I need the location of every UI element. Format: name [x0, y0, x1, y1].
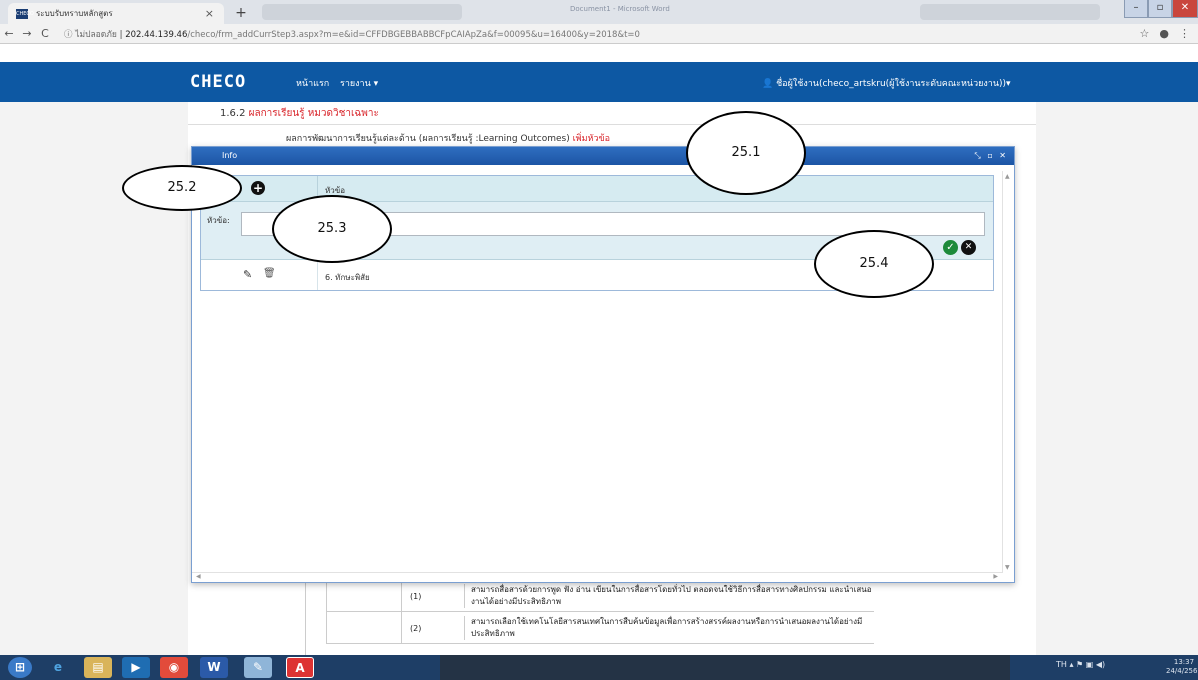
callout-25-4: 25.4	[814, 230, 934, 298]
browser-tab-bar: CHECO ระบบรับทราบหลักสูตร × + Document1 …	[0, 0, 1198, 24]
edit-icon[interactable]: ✎	[243, 268, 252, 281]
pdf-reader-icon[interactable]: A	[286, 657, 314, 678]
save-check-button[interactable]: ✓	[943, 240, 958, 255]
word-icon[interactable]: W	[200, 657, 228, 678]
dialog-title: Info	[222, 151, 238, 160]
section-prefix: 1.6.2	[220, 108, 246, 119]
clock-time: 13:37	[1173, 658, 1195, 666]
row-number: (1)	[410, 592, 422, 601]
clock-date: 24/4/2562	[1166, 667, 1198, 675]
row-number: (2)	[410, 624, 422, 633]
background-window-title: Document1 - Microsoft Word	[570, 5, 670, 13]
paint-icon[interactable]: ✎	[244, 657, 272, 678]
scroll-left-icon[interactable]: ◀	[196, 573, 201, 580]
minimize-icon[interactable]: –	[1124, 0, 1148, 18]
topic-row-text: 6. ทักษะพิสัย	[325, 273, 370, 282]
start-button-icon[interactable]: ⊞	[8, 657, 32, 678]
site-favicon-icon: CHECO	[16, 8, 34, 19]
topic-field-label: หัวข้อ:	[207, 216, 230, 225]
browser-tab-active[interactable]: CHECO ระบบรับทราบหลักสูตร ×	[8, 3, 224, 24]
section-title: ผลการเรียนรู้ หมวดวิชาเฉพาะ	[248, 108, 379, 119]
reload-icon[interactable]: C	[36, 27, 54, 40]
back-arrow-icon[interactable]: ←	[0, 27, 18, 40]
callout-25-3: 25.3	[272, 195, 392, 263]
callout-25-1: 25.1	[686, 111, 806, 195]
lo-title-text: ผลการพัฒนาการเรียนรู้แต่ละด้าน (ผลการเรี…	[286, 134, 570, 144]
tab-close-icon[interactable]: ×	[203, 7, 216, 20]
callout-25-2: 25.2	[122, 165, 242, 211]
tab-title: ระบบรับทราบหลักสูตร	[36, 9, 113, 18]
profile-icon[interactable]: ●	[1159, 27, 1169, 40]
scroll-right-icon[interactable]: ▶	[993, 573, 998, 580]
app-navbar: CHECO หน้าแรก รายงาน ▾ 👤 ชื่อผู้ใช้งาน(c…	[0, 62, 1198, 102]
trash-icon[interactable]: 🗑	[263, 268, 276, 279]
system-clock[interactable]: 13:37 24/4/2562	[1166, 658, 1198, 676]
brand-logo[interactable]: CHECO	[190, 72, 246, 92]
menu-dots-icon[interactable]: ⋮	[1179, 27, 1190, 40]
scroll-down-icon[interactable]: ▼	[1005, 564, 1010, 571]
row-description: สามารถเลือกใช้เทคโนโลยีสารสนเทศในการสืบค…	[464, 616, 874, 640]
divider	[188, 124, 1036, 125]
add-topic-link[interactable]: เพิ่มหัวข้อ	[573, 134, 611, 144]
system-tray: TH ▴ ⚑ ▣ ◀)	[1056, 660, 1105, 669]
background-tab[interactable]	[262, 4, 462, 20]
learning-outcomes-title: ผลการพัฒนาการเรียนรู้แต่ละด้าน (ผลการเรี…	[286, 131, 610, 145]
nav-home[interactable]: หน้าแรก	[296, 76, 329, 90]
media-player-icon[interactable]: ▶	[122, 657, 150, 678]
table-row: (1) สามารถสื่อสารด้วยการพูด ฟัง อ่าน เขี…	[326, 580, 874, 612]
taskbar-thumbnails	[440, 655, 1010, 680]
user-menu[interactable]: 👤 ชื่อผู้ใช้งาน(checo_artskru(ผู้ใช้งานร…	[762, 76, 1011, 90]
add-topic-button[interactable]: +	[251, 181, 265, 195]
language-indicator[interactable]: TH	[1056, 660, 1067, 669]
cancel-x-button[interactable]: ✕	[961, 240, 976, 255]
dialog-titlebar[interactable]: Info ⤡ ▫ ✕	[192, 147, 1014, 165]
url-host: 202.44.139.46	[125, 29, 188, 40]
star-icon[interactable]: ☆	[1140, 27, 1150, 40]
forward-arrow-icon[interactable]: →	[18, 27, 36, 40]
background-tab[interactable]	[920, 4, 1100, 20]
new-tab-button[interactable]: +	[232, 4, 250, 22]
dialog-window-controls-icon[interactable]: ⤡ ▫ ✕	[974, 147, 1008, 165]
windows-taskbar: ⊞ e ▤ ▶ ◉ W ✎ A TH ▴ ⚑ ▣ ◀) 13:37 24/4/2…	[0, 655, 1198, 680]
restore-icon[interactable]: ▫	[1148, 0, 1172, 18]
nav-report[interactable]: รายงาน ▾	[340, 76, 378, 90]
section-heading: 1.6.2 ผลการเรียนรู้ หมวดวิชาเฉพาะ	[220, 106, 379, 121]
row-description: สามารถสื่อสารด้วยการพูด ฟัง อ่าน เขียนใน…	[464, 584, 874, 608]
scroll-up-icon[interactable]: ▲	[1005, 173, 1010, 180]
horizontal-scrollbar[interactable]: ◀ ▶	[192, 572, 1002, 582]
address-bar: ← → C ⓘ ไม่ปลอดภัย | 202.44.139.46/checo…	[0, 24, 1198, 44]
table-border	[305, 578, 306, 655]
table-row: (2) สามารถเลือกใช้เทคโนโลยีสารสนเทศในการ…	[326, 612, 874, 644]
vertical-scrollbar[interactable]: ▲ ▼	[1002, 171, 1012, 573]
tray-icons[interactable]: ▴ ⚑ ▣ ◀)	[1069, 660, 1105, 669]
window-close-icon[interactable]: ✕	[1172, 0, 1198, 18]
insecure-label: ไม่ปลอดภัย	[75, 29, 117, 40]
file-explorer-icon[interactable]: ▤	[84, 657, 112, 678]
url-path: /checo/frm_addCurrStep3.aspx?m=e&id=CFFD…	[187, 29, 640, 40]
chrome-icon[interactable]: ◉	[160, 657, 188, 678]
url-field[interactable]: ⓘ ไม่ปลอดภัย | 202.44.139.46/checo/frm_a…	[64, 27, 640, 41]
internet-explorer-icon[interactable]: e	[44, 657, 72, 678]
outcomes-table: (1) สามารถสื่อสารด้วยการพูด ฟัง อ่าน เขี…	[326, 580, 874, 644]
info-icon: ⓘ	[64, 29, 76, 40]
